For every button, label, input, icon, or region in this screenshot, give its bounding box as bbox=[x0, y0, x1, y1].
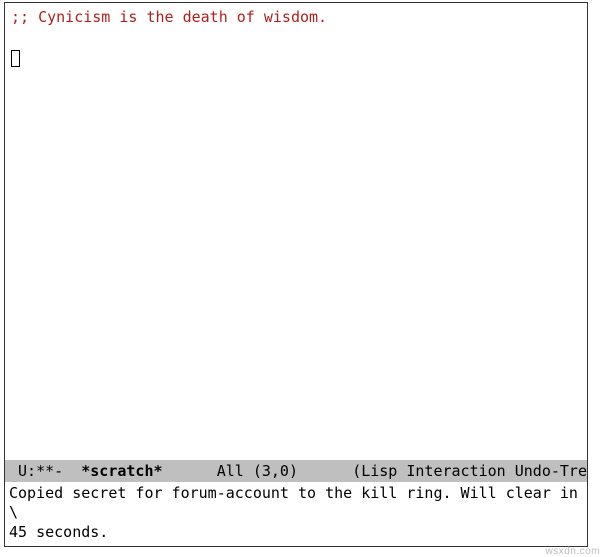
minibuffer[interactable]: Copied secret for forum-account to the k… bbox=[5, 482, 587, 547]
text-cursor bbox=[11, 50, 20, 67]
emacs-frame: ;; Cynicism is the death of wisdom. U:**… bbox=[4, 2, 588, 547]
watermark-text: wsxdn.com bbox=[545, 546, 600, 557]
comment-line: ;; Cynicism is the death of wisdom. bbox=[11, 8, 327, 26]
mode-line-buffer-name: *scratch* bbox=[81, 462, 162, 480]
buffer-area[interactable]: ;; Cynicism is the death of wisdom. bbox=[5, 3, 587, 460]
mode-line-status: U:**- bbox=[9, 462, 81, 480]
minibuffer-message: Copied secret for forum-account to the k… bbox=[9, 484, 587, 541]
mode-line-modes: (Lisp Interaction Undo-Tree bbox=[352, 462, 587, 480]
mode-line[interactable]: U:**- *scratch* All (3,0) (Lisp Interact… bbox=[5, 460, 587, 482]
mode-line-position: All (3,0) bbox=[163, 462, 353, 480]
